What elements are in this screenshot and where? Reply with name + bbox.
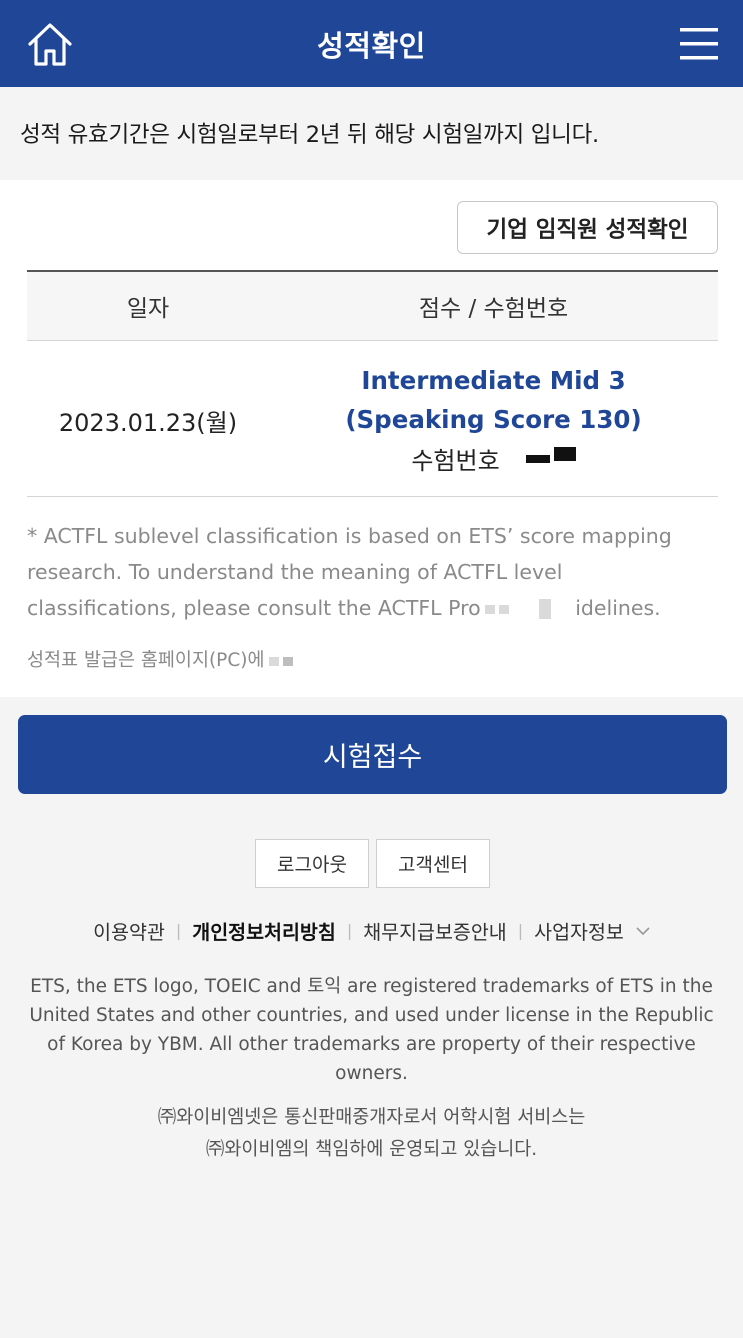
company-notice: ㈜와이비엠넷은 통신판매중개자로서 어학시험 서비스는 ㈜와이비엠의 책임하에 … <box>0 1102 743 1166</box>
logout-button[interactable]: 로그아웃 <box>255 839 369 888</box>
page-title: 성적확인 <box>317 28 426 63</box>
column-header-date: 일자 <box>126 296 170 322</box>
hamburger-menu-icon <box>680 28 718 60</box>
redaction-blur <box>282 656 293 666</box>
footer-links: 이용약관 | 개인정보처리방침 | 채무지급보증안내 | 사업자정보 <box>0 916 743 945</box>
menu-button[interactable] <box>677 22 721 66</box>
redacted-exam-number-2 <box>553 446 576 461</box>
column-header-score: 점수 / 수험번호 <box>418 296 569 322</box>
validity-notice: 성적 유효기간은 시험일로부터 2년 뒤 해당 시험일까지 입니다. <box>0 87 743 180</box>
privacy-policy-link[interactable]: 개인정보처리방침 <box>192 916 336 945</box>
score-table: 일자 점수 / 수험번호 2023.01.23(월) Intermediate … <box>27 270 718 497</box>
chevron-down-icon[interactable] <box>636 926 650 936</box>
exam-number: 수험번호 <box>411 441 576 476</box>
redacted-exam-number <box>525 454 550 463</box>
actfl-footnote: * ACTFL sublevel classification is based… <box>27 518 717 626</box>
account-buttons: 로그아웃 고객센터 <box>255 839 490 888</box>
home-button[interactable] <box>24 18 76 70</box>
divider: | <box>346 921 353 940</box>
redaction-blur <box>268 656 279 666</box>
score-link[interactable]: Intermediate Mid 3 (Speaking Score 130) <box>269 361 718 439</box>
issue-note-text: 성적표 발급은 홈페이지(PC)에 <box>27 650 265 671</box>
divider: | <box>175 921 182 940</box>
score-card: 기업 임직원 성적확인 일자 점수 / 수험번호 2023.01.23(월) I… <box>0 180 743 697</box>
home-icon <box>28 23 72 66</box>
redaction-blur <box>498 604 509 614</box>
exam-date: 2023.01.23(월) <box>58 409 238 437</box>
footnote-tail: idelines. <box>575 596 661 620</box>
exam-apply-button[interactable]: 시험접수 <box>18 715 727 794</box>
company-line-2: ㈜와이비엠의 책임하에 운영되고 있습니다. <box>205 1139 538 1160</box>
app-header: 성적확인 <box>0 0 743 87</box>
debt-guarantee-link[interactable]: 채무지급보증안내 <box>363 916 507 945</box>
redaction-blur <box>538 599 551 619</box>
corporate-score-check-button[interactable]: 기업 임직원 성적확인 <box>457 201 718 254</box>
redaction-blur <box>484 604 495 614</box>
terms-link[interactable]: 이용약관 <box>93 916 165 945</box>
table-header: 일자 점수 / 수험번호 <box>27 270 718 341</box>
table-row: 2023.01.23(월) Intermediate Mid 3 (Speaki… <box>27 341 718 497</box>
company-line-1: ㈜와이비엠넷은 통신판매중개자로서 어학시험 서비스는 <box>157 1107 586 1128</box>
issue-note: 성적표 발급은 홈페이지(PC)에 <box>27 646 293 672</box>
exam-number-label: 수험번호 <box>411 447 500 475</box>
business-info-link[interactable]: 사업자정보 <box>534 916 624 945</box>
score-cell: Intermediate Mid 3 (Speaking Score 130) … <box>269 361 718 476</box>
customer-center-button[interactable]: 고객센터 <box>376 839 490 888</box>
trademark-notice: ETS, the ETS logo, TOEIC and 토익 are regi… <box>29 976 714 1084</box>
divider: | <box>517 921 524 940</box>
